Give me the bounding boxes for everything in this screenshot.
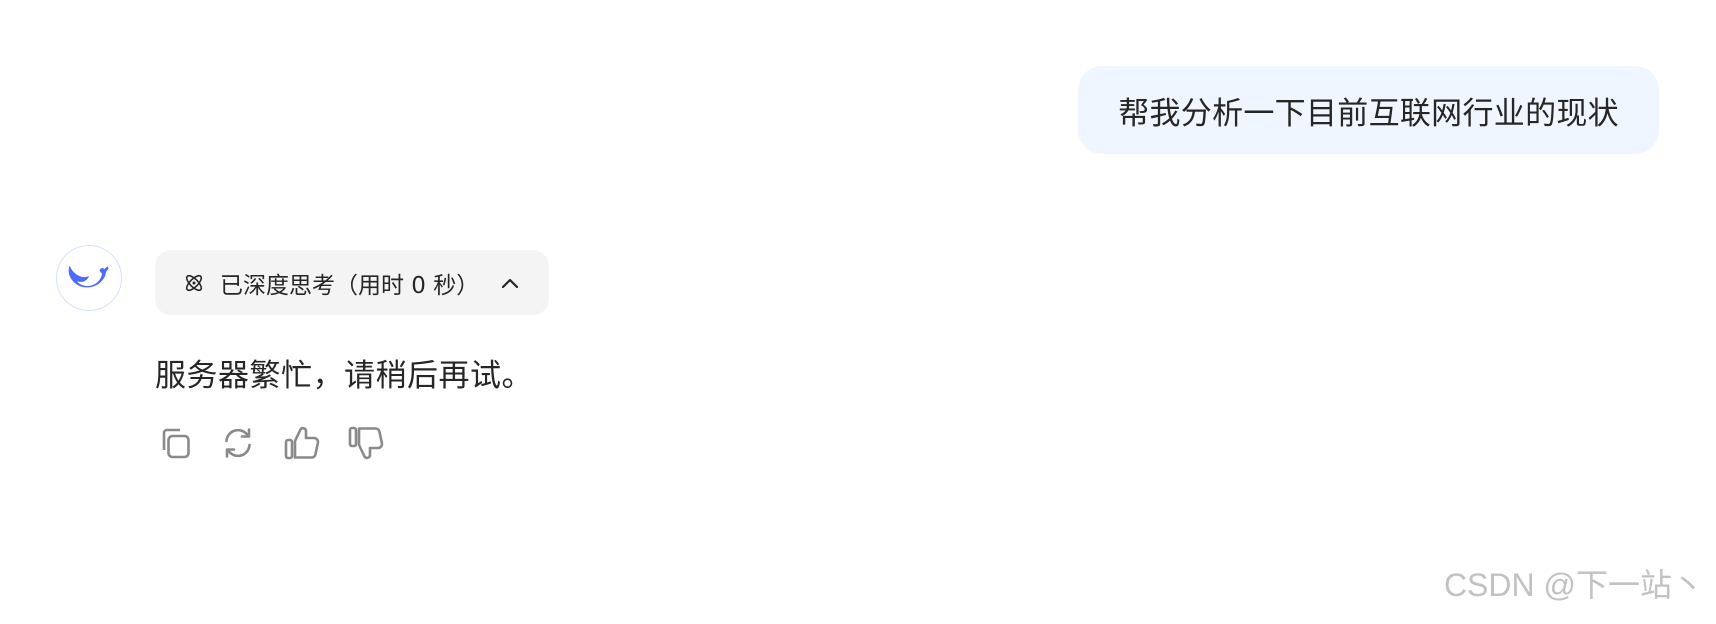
watermark: CSDN @下一站丶: [1443, 567, 1704, 603]
thumbs-down-icon: [348, 426, 384, 460]
assistant-answer-text: 服务器繁忙，请稍后再试。: [155, 358, 533, 394]
like-button[interactable]: [283, 424, 321, 462]
deep-think-toggle[interactable]: 已深度思考（用时 0 秒）: [155, 250, 549, 315]
regenerate-button[interactable]: [219, 424, 257, 462]
user-message-text: 帮我分析一下目前互联网行业的现状: [1118, 95, 1619, 132]
regenerate-icon: [225, 428, 251, 458]
deepseek-whale-logo-icon: [68, 265, 109, 288]
atom-icon: [182, 271, 206, 295]
thumbs-up-icon: [284, 426, 320, 460]
dislike-button[interactable]: [347, 424, 385, 462]
deep-think-label: 已深度思考（用时 0 秒）: [220, 272, 480, 299]
chat-page: 帮我分析一下目前互联网行业的现状 已深度思考（用时 0 秒） 服务器繁忙，请稍后: [0, 0, 1716, 624]
chevron-up-icon: [499, 272, 521, 294]
copy-button[interactable]: [155, 424, 193, 462]
copy-icon: [162, 428, 190, 459]
user-message-bubble: 帮我分析一下目前互联网行业的现状: [1078, 66, 1659, 154]
message-actions: [155, 424, 385, 462]
assistant-avatar: [56, 245, 122, 311]
